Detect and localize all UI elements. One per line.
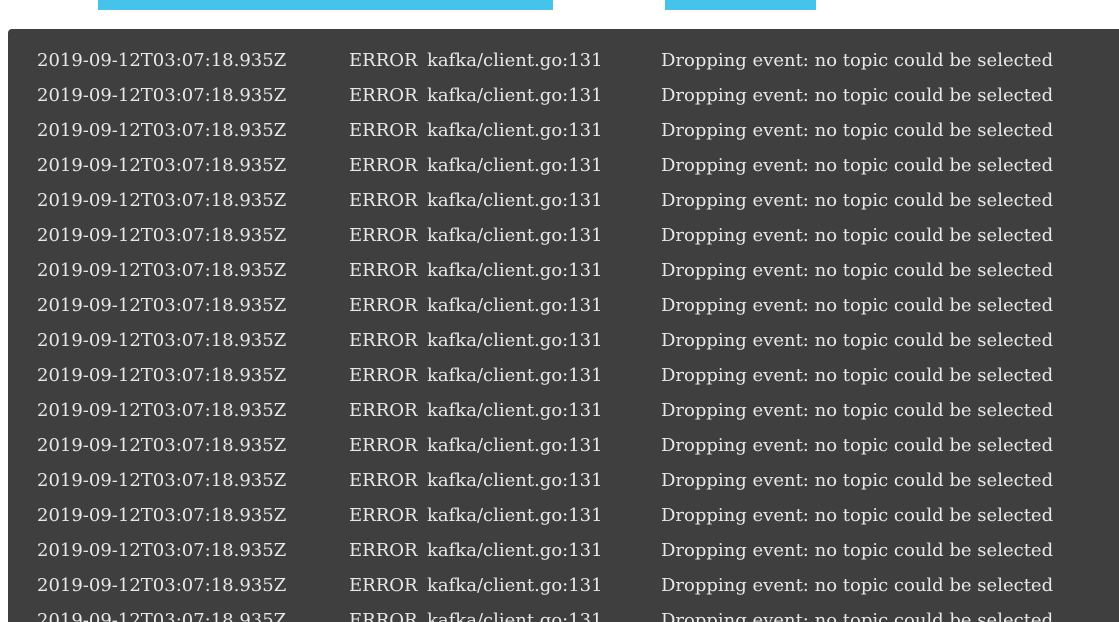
log-source: kafka/client.go:131 (427, 50, 603, 71)
log-source: kafka/client.go:131 (427, 540, 603, 561)
log-message: Dropping event: no topic could be select… (661, 400, 1054, 421)
log-level: ERROR (349, 120, 418, 141)
log-source: kafka/client.go:131 (427, 365, 603, 386)
log-message: Dropping event: no topic could be select… (661, 505, 1054, 526)
log-timestamp: 2019-09-12T03:07:18.935Z (37, 330, 287, 351)
log-level: ERROR (349, 470, 418, 491)
log-level: ERROR (349, 610, 418, 622)
log-row: 2019-09-12T03:07:18.935Z ERROR kafka/cli… (8, 218, 1119, 253)
log-row: 2019-09-12T03:07:18.935Z ERROR kafka/cli… (8, 498, 1119, 533)
log-timestamp: 2019-09-12T03:07:18.935Z (37, 85, 287, 106)
log-timestamp: 2019-09-12T03:07:18.935Z (37, 260, 287, 281)
log-level: ERROR (349, 85, 418, 106)
log-message: Dropping event: no topic could be select… (661, 260, 1054, 281)
log-row: 2019-09-12T03:07:18.935Z ERROR kafka/cli… (8, 463, 1119, 498)
log-message: Dropping event: no topic could be select… (661, 470, 1054, 491)
log-row: 2019-09-12T03:07:18.935Z ERROR kafka/cli… (8, 43, 1119, 78)
log-level: ERROR (349, 295, 418, 316)
log-level: ERROR (349, 155, 418, 176)
log-message: Dropping event: no topic could be select… (661, 575, 1054, 596)
page: 2019-09-12T03:07:18.935Z ERROR kafka/cli… (0, 0, 1119, 622)
log-source: kafka/client.go:131 (427, 575, 603, 596)
log-source: kafka/client.go:131 (427, 225, 603, 246)
log-message: Dropping event: no topic could be select… (661, 540, 1054, 561)
log-row: 2019-09-12T03:07:18.935Z ERROR kafka/cli… (8, 323, 1119, 358)
log-row: 2019-09-12T03:07:18.935Z ERROR kafka/cli… (8, 568, 1119, 603)
log-timestamp: 2019-09-12T03:07:18.935Z (37, 435, 287, 456)
log-row: 2019-09-12T03:07:18.935Z ERROR kafka/cli… (8, 253, 1119, 288)
log-row: 2019-09-12T03:07:18.935Z ERROR kafka/cli… (8, 78, 1119, 113)
log-timestamp: 2019-09-12T03:07:18.935Z (37, 400, 287, 421)
log-row: 2019-09-12T03:07:18.935Z ERROR kafka/cli… (8, 183, 1119, 218)
log-source: kafka/client.go:131 (427, 400, 603, 421)
log-message: Dropping event: no topic could be select… (661, 85, 1054, 106)
log-message: Dropping event: no topic could be select… (661, 155, 1054, 176)
log-source: kafka/client.go:131 (427, 435, 603, 456)
log-source: kafka/client.go:131 (427, 85, 603, 106)
log-source: kafka/client.go:131 (427, 610, 603, 622)
log-source: kafka/client.go:131 (427, 260, 603, 281)
log-row: 2019-09-12T03:07:18.935Z ERROR kafka/cli… (8, 393, 1119, 428)
log-message: Dropping event: no topic could be select… (661, 50, 1054, 71)
log-timestamp: 2019-09-12T03:07:18.935Z (37, 50, 287, 71)
log-timestamp: 2019-09-12T03:07:18.935Z (37, 120, 287, 141)
log-level: ERROR (349, 540, 418, 561)
log-message: Dropping event: no topic could be select… (661, 365, 1054, 386)
log-message: Dropping event: no topic could be select… (661, 435, 1054, 456)
log-level: ERROR (349, 225, 418, 246)
log-timestamp: 2019-09-12T03:07:18.935Z (37, 225, 287, 246)
log-source: kafka/client.go:131 (427, 470, 603, 491)
log-row: 2019-09-12T03:07:18.935Z ERROR kafka/cli… (8, 358, 1119, 393)
log-message: Dropping event: no topic could be select… (661, 225, 1054, 246)
log-source: kafka/client.go:131 (427, 505, 603, 526)
log-timestamp: 2019-09-12T03:07:18.935Z (37, 295, 287, 316)
log-message: Dropping event: no topic could be select… (661, 610, 1054, 622)
log-row: 2019-09-12T03:07:18.935Z ERROR kafka/cli… (8, 113, 1119, 148)
log-level: ERROR (349, 365, 418, 386)
log-row: 2019-09-12T03:07:18.935Z ERROR kafka/cli… (8, 533, 1119, 568)
log-level: ERROR (349, 50, 418, 71)
log-timestamp: 2019-09-12T03:07:18.935Z (37, 540, 287, 561)
log-source: kafka/client.go:131 (427, 155, 603, 176)
log-message: Dropping event: no topic could be select… (661, 120, 1054, 141)
log-timestamp: 2019-09-12T03:07:18.935Z (37, 470, 287, 491)
log-row: 2019-09-12T03:07:18.935Z ERROR kafka/cli… (8, 428, 1119, 463)
log-level: ERROR (349, 435, 418, 456)
log-level: ERROR (349, 330, 418, 351)
log-level: ERROR (349, 575, 418, 596)
log-timestamp: 2019-09-12T03:07:18.935Z (37, 155, 287, 176)
log-timestamp: 2019-09-12T03:07:18.935Z (37, 505, 287, 526)
log-row: 2019-09-12T03:07:18.935Z ERROR kafka/cli… (8, 288, 1119, 323)
log-level: ERROR (349, 260, 418, 281)
log-timestamp: 2019-09-12T03:07:18.935Z (37, 190, 287, 211)
log-row: 2019-09-12T03:07:18.935Z ERROR kafka/cli… (8, 603, 1119, 622)
log-timestamp: 2019-09-12T03:07:18.935Z (37, 575, 287, 596)
log-source: kafka/client.go:131 (427, 295, 603, 316)
top-banner-right (665, 0, 816, 10)
log-timestamp: 2019-09-12T03:07:18.935Z (37, 365, 287, 386)
log-message: Dropping event: no topic could be select… (661, 295, 1054, 316)
log-console[interactable]: 2019-09-12T03:07:18.935Z ERROR kafka/cli… (8, 29, 1119, 622)
log-source: kafka/client.go:131 (427, 330, 603, 351)
log-level: ERROR (349, 505, 418, 526)
log-message: Dropping event: no topic could be select… (661, 190, 1054, 211)
top-banner-left (98, 0, 553, 10)
log-source: kafka/client.go:131 (427, 120, 603, 141)
log-timestamp: 2019-09-12T03:07:18.935Z (37, 610, 287, 622)
log-level: ERROR (349, 190, 418, 211)
log-source: kafka/client.go:131 (427, 190, 603, 211)
log-message: Dropping event: no topic could be select… (661, 330, 1054, 351)
log-level: ERROR (349, 400, 418, 421)
log-row: 2019-09-12T03:07:18.935Z ERROR kafka/cli… (8, 148, 1119, 183)
